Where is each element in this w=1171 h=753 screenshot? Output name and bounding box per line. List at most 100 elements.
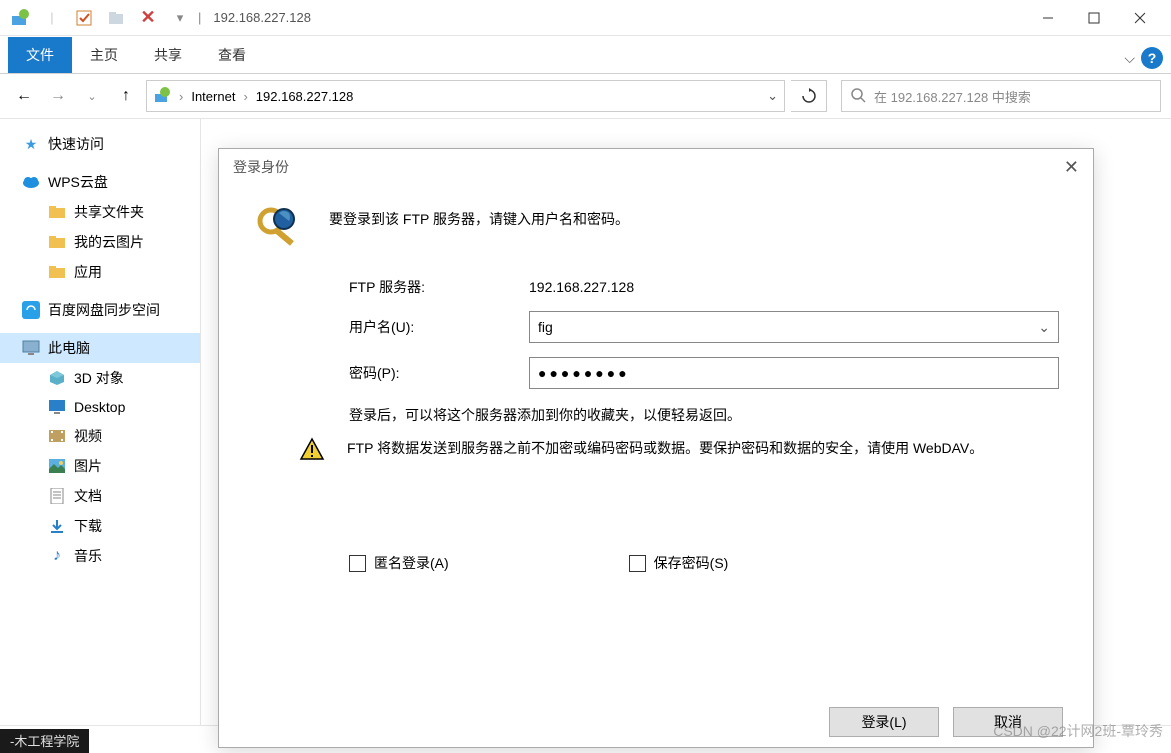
sidebar-item-label: 应用 — [74, 262, 102, 282]
star-icon: ★ — [22, 135, 40, 153]
title-separator: | — [198, 10, 201, 25]
chevron-right-icon[interactable]: › — [243, 89, 247, 104]
sidebar-baidu[interactable]: 百度网盘同步空间 — [0, 295, 200, 325]
up-button[interactable]: ↑ — [112, 82, 140, 110]
sidebar-quick-access[interactable]: ★ 快速访问 — [0, 129, 200, 159]
refresh-button[interactable] — [791, 80, 827, 112]
dialog-info: 登录后，可以将这个服务器添加到你的收藏夹，以便轻易返回。 — [349, 405, 1063, 425]
help-button[interactable]: ? — [1141, 47, 1163, 69]
cube-icon — [48, 369, 66, 387]
taskbar-fragment: -木工程学院 — [0, 729, 89, 753]
video-icon — [48, 427, 66, 445]
window-controls — [1025, 2, 1163, 34]
chevron-right-icon[interactable]: › — [179, 89, 183, 104]
sidebar-wps-apps[interactable]: 应用 — [0, 257, 200, 287]
navigation-pane: ★ 快速访问 WPS云盘 共享文件夹 我的云图片 应用 — [0, 119, 200, 725]
sidebar-wps-shared[interactable]: 共享文件夹 — [0, 197, 200, 227]
sidebar-documents[interactable]: 文档 — [0, 481, 200, 511]
save-password-checkbox[interactable]: 保存密码(S) — [629, 553, 729, 573]
checkbox-label: 匿名登录(A) — [374, 553, 449, 573]
cloud-icon — [22, 173, 40, 191]
sidebar-item-label: 快速访问 — [48, 134, 104, 154]
location-icon — [153, 86, 171, 107]
recent-dropdown-icon[interactable]: ⌄ — [78, 82, 106, 110]
username-label: 用户名(U): — [349, 317, 529, 337]
minimize-button[interactable] — [1025, 2, 1071, 34]
qat-sep-icon: | — [40, 6, 64, 30]
sidebar-downloads[interactable]: 下载 — [0, 511, 200, 541]
crumb-ip[interactable]: 192.168.227.128 — [256, 89, 354, 104]
tab-file[interactable]: 文件 — [8, 37, 72, 73]
sidebar-desktop[interactable]: Desktop — [0, 393, 200, 421]
close-button[interactable] — [1117, 2, 1163, 34]
picture-icon — [48, 457, 66, 475]
address-bar[interactable]: › Internet › 192.168.227.128 ⌄ — [146, 80, 785, 112]
app-icon — [8, 6, 32, 30]
sidebar-item-label: Desktop — [74, 399, 125, 415]
checkbox-box — [349, 555, 366, 572]
navigation-bar: ← → ⌄ ↑ › Internet › 192.168.227.128 ⌄ 在… — [0, 74, 1171, 118]
address-dropdown-icon[interactable]: ⌄ — [767, 88, 778, 104]
sync-icon — [22, 301, 40, 319]
sidebar-item-label: 图片 — [74, 456, 102, 476]
chevron-down-icon[interactable]: ⌄ — [1038, 319, 1050, 336]
tab-home[interactable]: 主页 — [72, 37, 136, 73]
server-label: FTP 服务器: — [349, 277, 529, 297]
sidebar-this-pc[interactable]: 此电脑 — [0, 333, 200, 363]
dialog-warning: FTP 将数据发送到服务器之前不加密或编码密码或数据。要保护密码和数据的安全，请… — [347, 437, 1063, 459]
crumb-internet[interactable]: Internet — [191, 89, 235, 104]
folder-icon — [48, 263, 66, 281]
username-combobox[interactable]: fig ⌄ — [529, 311, 1059, 343]
anonymous-checkbox[interactable]: 匿名登录(A) — [349, 553, 449, 573]
sidebar-item-label: 视频 — [74, 426, 102, 446]
ribbon-tabs: 文件 主页 共享 查看 ⌵ ? — [0, 36, 1171, 74]
new-folder-icon[interactable] — [104, 6, 128, 30]
forward-button[interactable]: → — [44, 82, 72, 110]
sidebar-wps[interactable]: WPS云盘 — [0, 167, 200, 197]
server-value: 192.168.227.128 — [529, 279, 634, 295]
close-icon[interactable]: ✕ — [1064, 157, 1079, 178]
document-icon — [48, 487, 66, 505]
maximize-button[interactable] — [1071, 2, 1117, 34]
search-input[interactable]: 在 192.168.227.128 中搜索 — [841, 80, 1161, 112]
sidebar-pictures[interactable]: 图片 — [0, 451, 200, 481]
properties-icon[interactable] — [72, 6, 96, 30]
login-dialog: 登录身份 ✕ 要登录到该 FTP 服务器，请键入用户名和密码。 FTP 服务器:… — [218, 148, 1094, 748]
username-value: fig — [538, 319, 553, 335]
sidebar-3d-objects[interactable]: 3D 对象 — [0, 363, 200, 393]
back-button[interactable]: ← — [10, 82, 38, 110]
password-value: ●●●●●●●● — [538, 365, 630, 381]
checkbox-label: 保存密码(S) — [654, 553, 729, 573]
warning-icon — [299, 437, 325, 463]
sidebar-item-label: 下载 — [74, 516, 102, 536]
dialog-title: 登录身份 — [233, 157, 289, 177]
sidebar-videos[interactable]: 视频 — [0, 421, 200, 451]
search-icon — [850, 87, 866, 106]
keys-icon — [249, 199, 309, 259]
ribbon-expand-icon[interactable]: ⌵ — [1124, 50, 1135, 67]
music-icon: ♪ — [48, 547, 66, 565]
quick-access-toolbar: | ✕ ▾ — [8, 6, 192, 30]
sidebar-item-label: 共享文件夹 — [74, 202, 144, 222]
sidebar-item-label: 音乐 — [74, 546, 102, 566]
folder-icon — [48, 233, 66, 251]
qat-dropdown-icon[interactable]: ▾ — [168, 6, 192, 30]
tab-view[interactable]: 查看 — [200, 37, 264, 73]
sidebar-wps-pics[interactable]: 我的云图片 — [0, 227, 200, 257]
tab-share[interactable]: 共享 — [136, 37, 200, 73]
sidebar-item-label: 此电脑 — [48, 338, 90, 358]
sidebar-item-label: 文档 — [74, 486, 102, 506]
login-button[interactable]: 登录(L) — [829, 707, 939, 737]
dialog-titlebar: 登录身份 ✕ — [219, 149, 1093, 185]
cancel-button[interactable]: 取消 — [953, 707, 1063, 737]
search-placeholder: 在 192.168.227.128 中搜索 — [874, 87, 1031, 106]
download-icon — [48, 517, 66, 535]
desktop-icon — [48, 398, 66, 416]
sidebar-item-label: 3D 对象 — [74, 368, 124, 388]
delete-icon[interactable]: ✕ — [136, 6, 160, 30]
sidebar-music[interactable]: ♪ 音乐 — [0, 541, 200, 571]
password-input[interactable]: ●●●●●●●● — [529, 357, 1059, 389]
folder-icon — [48, 203, 66, 221]
sidebar-item-label: 我的云图片 — [74, 232, 144, 252]
password-label: 密码(P): — [349, 363, 529, 383]
